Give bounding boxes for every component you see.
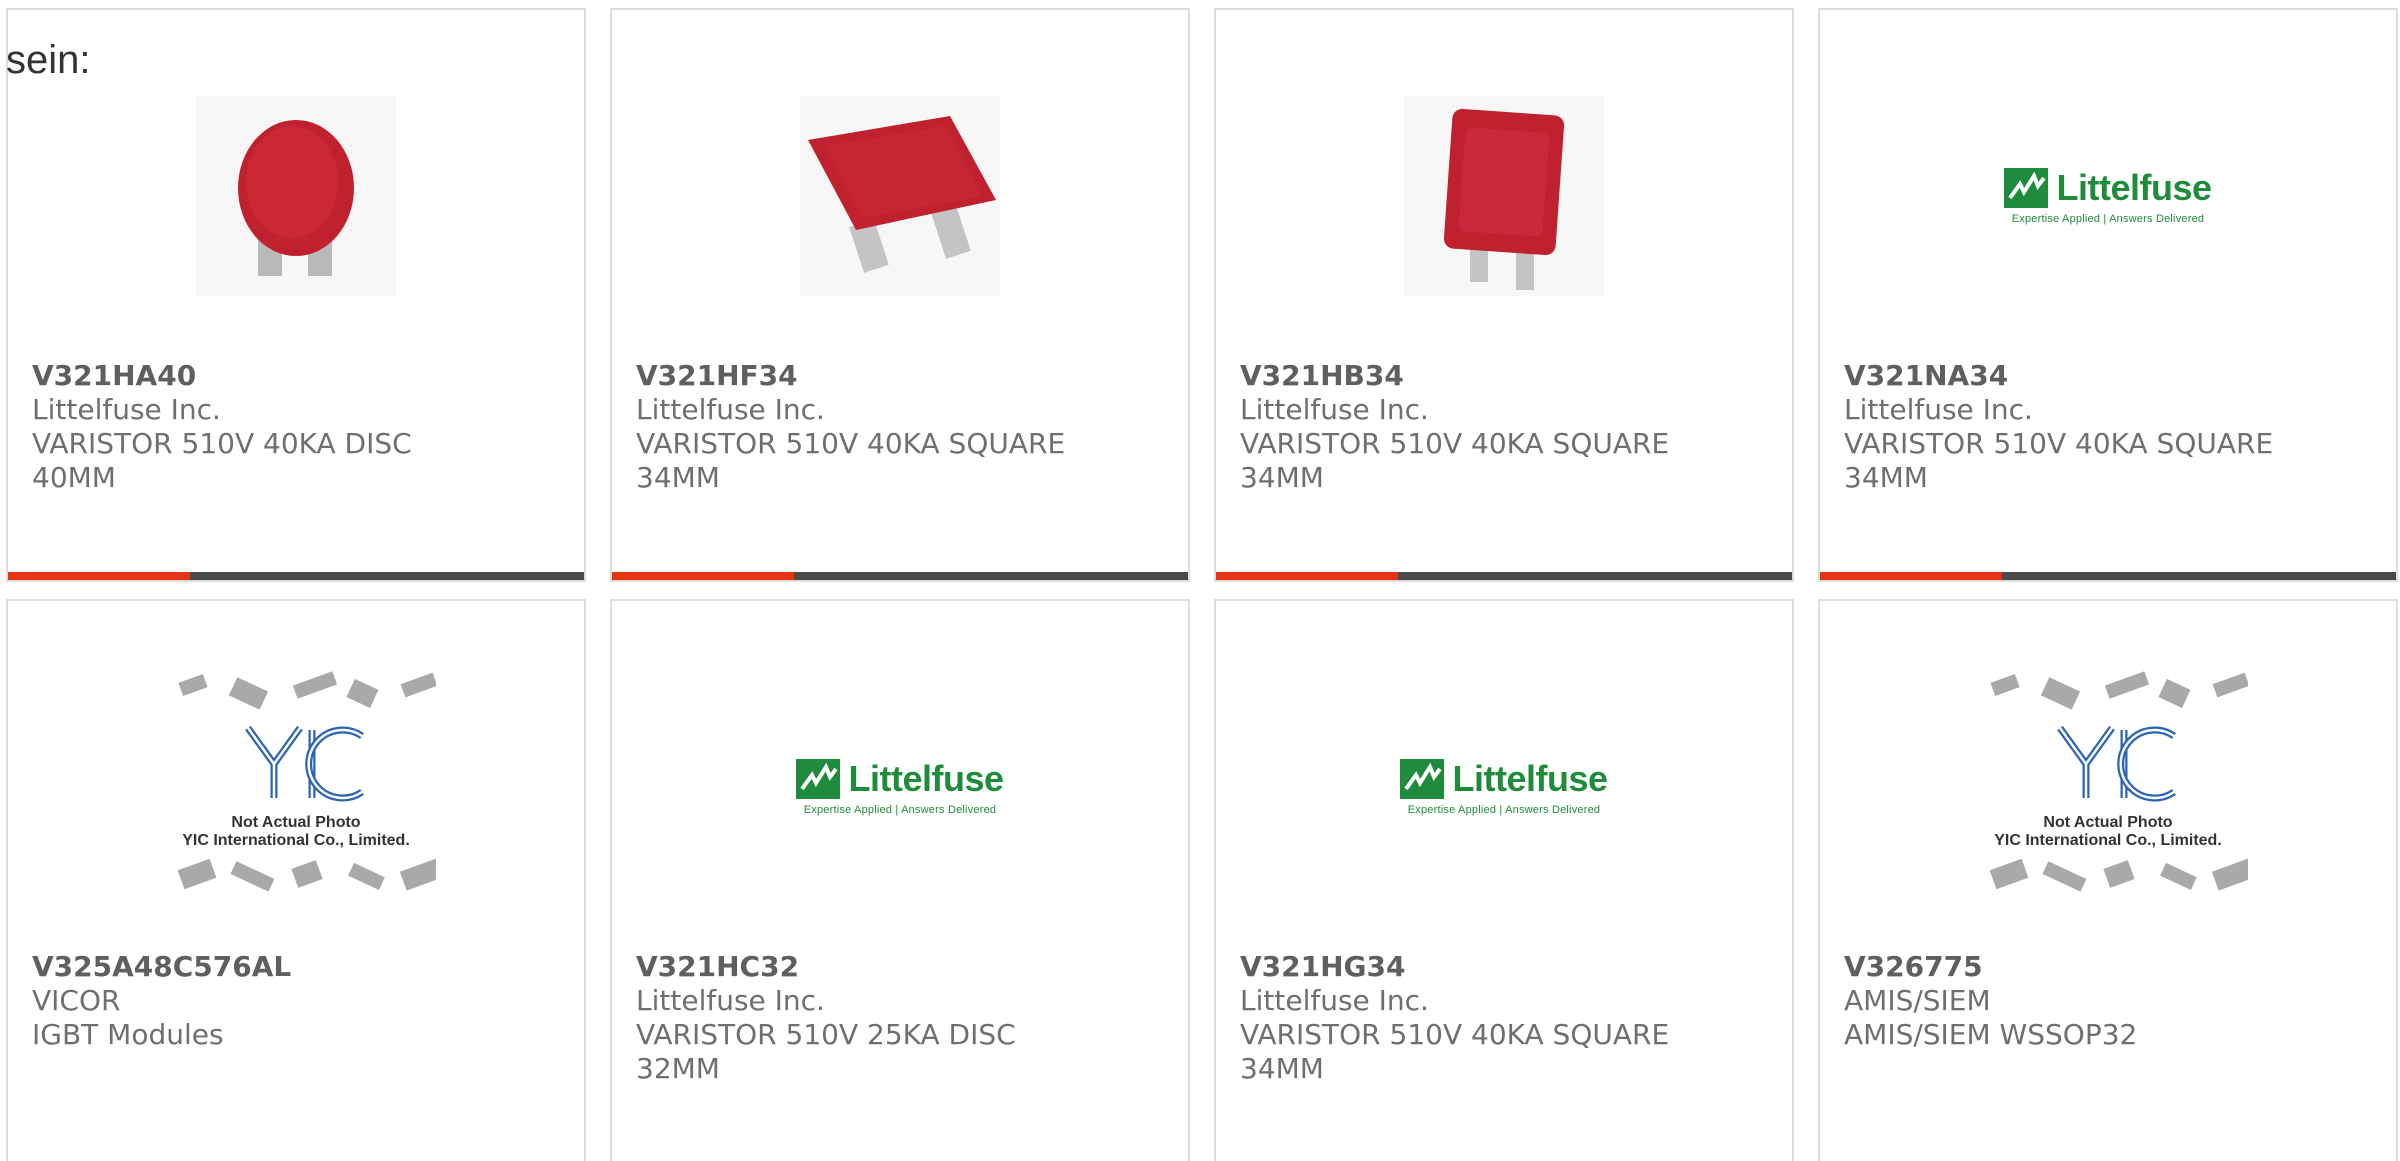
yic-placeholder-line2: YIC International Co., Limited. (182, 832, 410, 849)
littelfuse-logo-tagline: Expertise Applied | Answers Delivered (2011, 213, 2205, 225)
littelfuse-logo-tagline: Expertise Applied | Answers Delivered (1407, 804, 1601, 816)
yic-logo-icon (1990, 671, 2248, 802)
product-image[interactable] (1216, 78, 1792, 314)
littelfuse-logo-word: Littelfuse (2056, 167, 2212, 208)
product-grid-page: sein: V321HA40 Littelfuse Inc. VARISTOR 51… (0, 0, 2400, 1161)
red-square-varistor-upright-photo (1404, 96, 1604, 296)
product-info: V325A48C576AL VICOR IGBT Modules (32, 950, 560, 1052)
product-image[interactable]: Littelfuse Expertise Applied | Answers De… (1216, 669, 1792, 905)
product-card[interactable]: V321HF34 Littelfuse Inc. VARISTOR 510V 40K… (610, 8, 1190, 582)
product-info: V321HA40 Littelfuse Inc. VARISTOR 510V 40K… (32, 359, 560, 495)
littelfuse-logo-row: Littelfuse (1400, 758, 1608, 800)
product-manufacturer: Littelfuse Inc. (636, 393, 825, 426)
product-card[interactable]: V321HA40 Littelfuse Inc. VARISTOR 510V 40K… (6, 8, 586, 582)
product-manufacturer: Littelfuse Inc. (1240, 984, 1429, 1017)
yic-placeholder-line1: Not Actual Photo (2043, 814, 2173, 831)
product-part-number[interactable]: V321HF34 (636, 359, 1164, 393)
card-bottom-bar (8, 572, 584, 580)
product-part-number[interactable]: V321HA40 (32, 359, 560, 393)
product-card[interactable]: V321HB34 Littelfuse Inc. VARISTOR 510V 40K… (1214, 8, 1794, 582)
product-part-number[interactable]: V325A48C576AL (32, 950, 560, 984)
product-info: V321NA34 Littelfuse Inc. VARISTOR 510V 40K… (1844, 359, 2372, 495)
product-card[interactable]: Littelfuse Expertise Applied | Answers De… (610, 599, 1190, 1161)
product-info: V321HG34 Littelfuse Inc. VARISTOR 510V 40K… (1240, 950, 1768, 1086)
product-image[interactable] (612, 78, 1188, 314)
yic-placeholder-line1: Not Actual Photo (231, 814, 361, 831)
product-part-number[interactable]: V321HC32 (636, 950, 1164, 984)
yic-placeholder: Not Actual Photo YIC International Co., L… (156, 664, 436, 910)
product-part-number[interactable]: V326775 (1844, 950, 2372, 984)
littelfuse-logo-tagline: Expertise Applied | Answers Delivered (803, 804, 997, 816)
yic-placeholder-line2: YIC International Co., Limited. (1994, 832, 2222, 849)
littelfuse-logo-row: Littelfuse (2004, 167, 2212, 209)
product-description: VARISTOR 510V 40KA DISC 40MM (32, 427, 412, 494)
product-image[interactable]: Littelfuse Expertise Applied | Answers De… (1820, 78, 2396, 314)
product-manufacturer: Littelfuse Inc. (1844, 393, 2033, 426)
product-description: AMIS/SIEM WSSOP32 (1844, 1018, 2138, 1051)
product-info: V321HC32 Littelfuse Inc. VARISTOR 510V 25K… (636, 950, 1164, 1086)
product-part-number[interactable]: V321HB34 (1240, 359, 1768, 393)
red-square-varistor-photo (800, 96, 1000, 296)
product-description: VARISTOR 510V 40KA SQUARE 34MM (1240, 427, 1670, 494)
product-image[interactable] (8, 78, 584, 314)
yic-placeholder: Not Actual Photo YIC International Co., L… (1968, 664, 2248, 910)
red-disc-varistor-photo (196, 96, 396, 296)
product-info: V321HB34 Littelfuse Inc. VARISTOR 510V 40K… (1240, 359, 1768, 495)
product-description: VARISTOR 510V 40KA SQUARE 34MM (1844, 427, 2274, 494)
product-image[interactable]: Not Actual Photo YIC International Co., L… (8, 669, 584, 905)
littelfuse-logo-word: Littelfuse (848, 758, 1004, 799)
product-manufacturer: Littelfuse Inc. (636, 984, 825, 1017)
littelfuse-mark-icon (2004, 168, 2049, 208)
yic-chips-icon (1989, 857, 2248, 892)
yic-logo-icon (178, 671, 436, 802)
product-manufacturer: AMIS/SIEM (1844, 984, 1991, 1017)
card-accent-bar (612, 572, 794, 580)
product-info: V326775 AMIS/SIEM AMIS/SIEM WSSOP32 (1844, 950, 2372, 1052)
product-part-number[interactable]: V321NA34 (1844, 359, 2372, 393)
product-card[interactable]: Littelfuse Expertise Applied | Answers De… (1818, 8, 2398, 582)
littelfuse-mark-icon (1400, 759, 1445, 799)
product-grid: V321HA40 Littelfuse Inc. VARISTOR 510V 40K… (0, 0, 2400, 1161)
product-manufacturer: Littelfuse Inc. (32, 393, 221, 426)
card-accent-bar (8, 572, 190, 580)
product-card[interactable]: Not Actual Photo YIC International Co., L… (1818, 599, 2398, 1161)
littelfuse-logo: Littelfuse Expertise Applied | Answers De… (1400, 758, 1608, 816)
yic-chips-icon (177, 857, 436, 892)
card-bottom-bar (612, 572, 1188, 580)
card-accent-bar (1216, 572, 1398, 580)
card-accent-bar (1820, 572, 2002, 580)
product-image[interactable]: Not Actual Photo YIC International Co., L… (1820, 669, 2396, 905)
product-info: V321HF34 Littelfuse Inc. VARISTOR 510V 40K… (636, 359, 1164, 495)
card-bottom-bar (1820, 572, 2396, 580)
intro-text: sein: (6, 38, 91, 82)
product-part-number[interactable]: V321HG34 (1240, 950, 1768, 984)
product-description: VARISTOR 510V 40KA SQUARE 34MM (1240, 1018, 1670, 1085)
product-description: IGBT Modules (32, 1018, 224, 1051)
littelfuse-logo: Littelfuse Expertise Applied | Answers De… (2004, 167, 2212, 225)
product-description: VARISTOR 510V 40KA SQUARE 34MM (636, 427, 1066, 494)
littelfuse-logo-word: Littelfuse (1452, 758, 1608, 799)
littelfuse-mark-icon (796, 759, 841, 799)
product-card[interactable]: Not Actual Photo YIC International Co., L… (6, 599, 586, 1161)
product-manufacturer: Littelfuse Inc. (1240, 393, 1429, 426)
littelfuse-logo: Littelfuse Expertise Applied | Answers De… (796, 758, 1004, 816)
littelfuse-logo-row: Littelfuse (796, 758, 1004, 800)
product-card[interactable]: Littelfuse Expertise Applied | Answers De… (1214, 599, 1794, 1161)
product-image[interactable]: Littelfuse Expertise Applied | Answers De… (612, 669, 1188, 905)
product-description: VARISTOR 510V 25KA DISC 32MM (636, 1018, 1016, 1085)
product-manufacturer: VICOR (32, 984, 121, 1017)
card-bottom-bar (1216, 572, 1792, 580)
